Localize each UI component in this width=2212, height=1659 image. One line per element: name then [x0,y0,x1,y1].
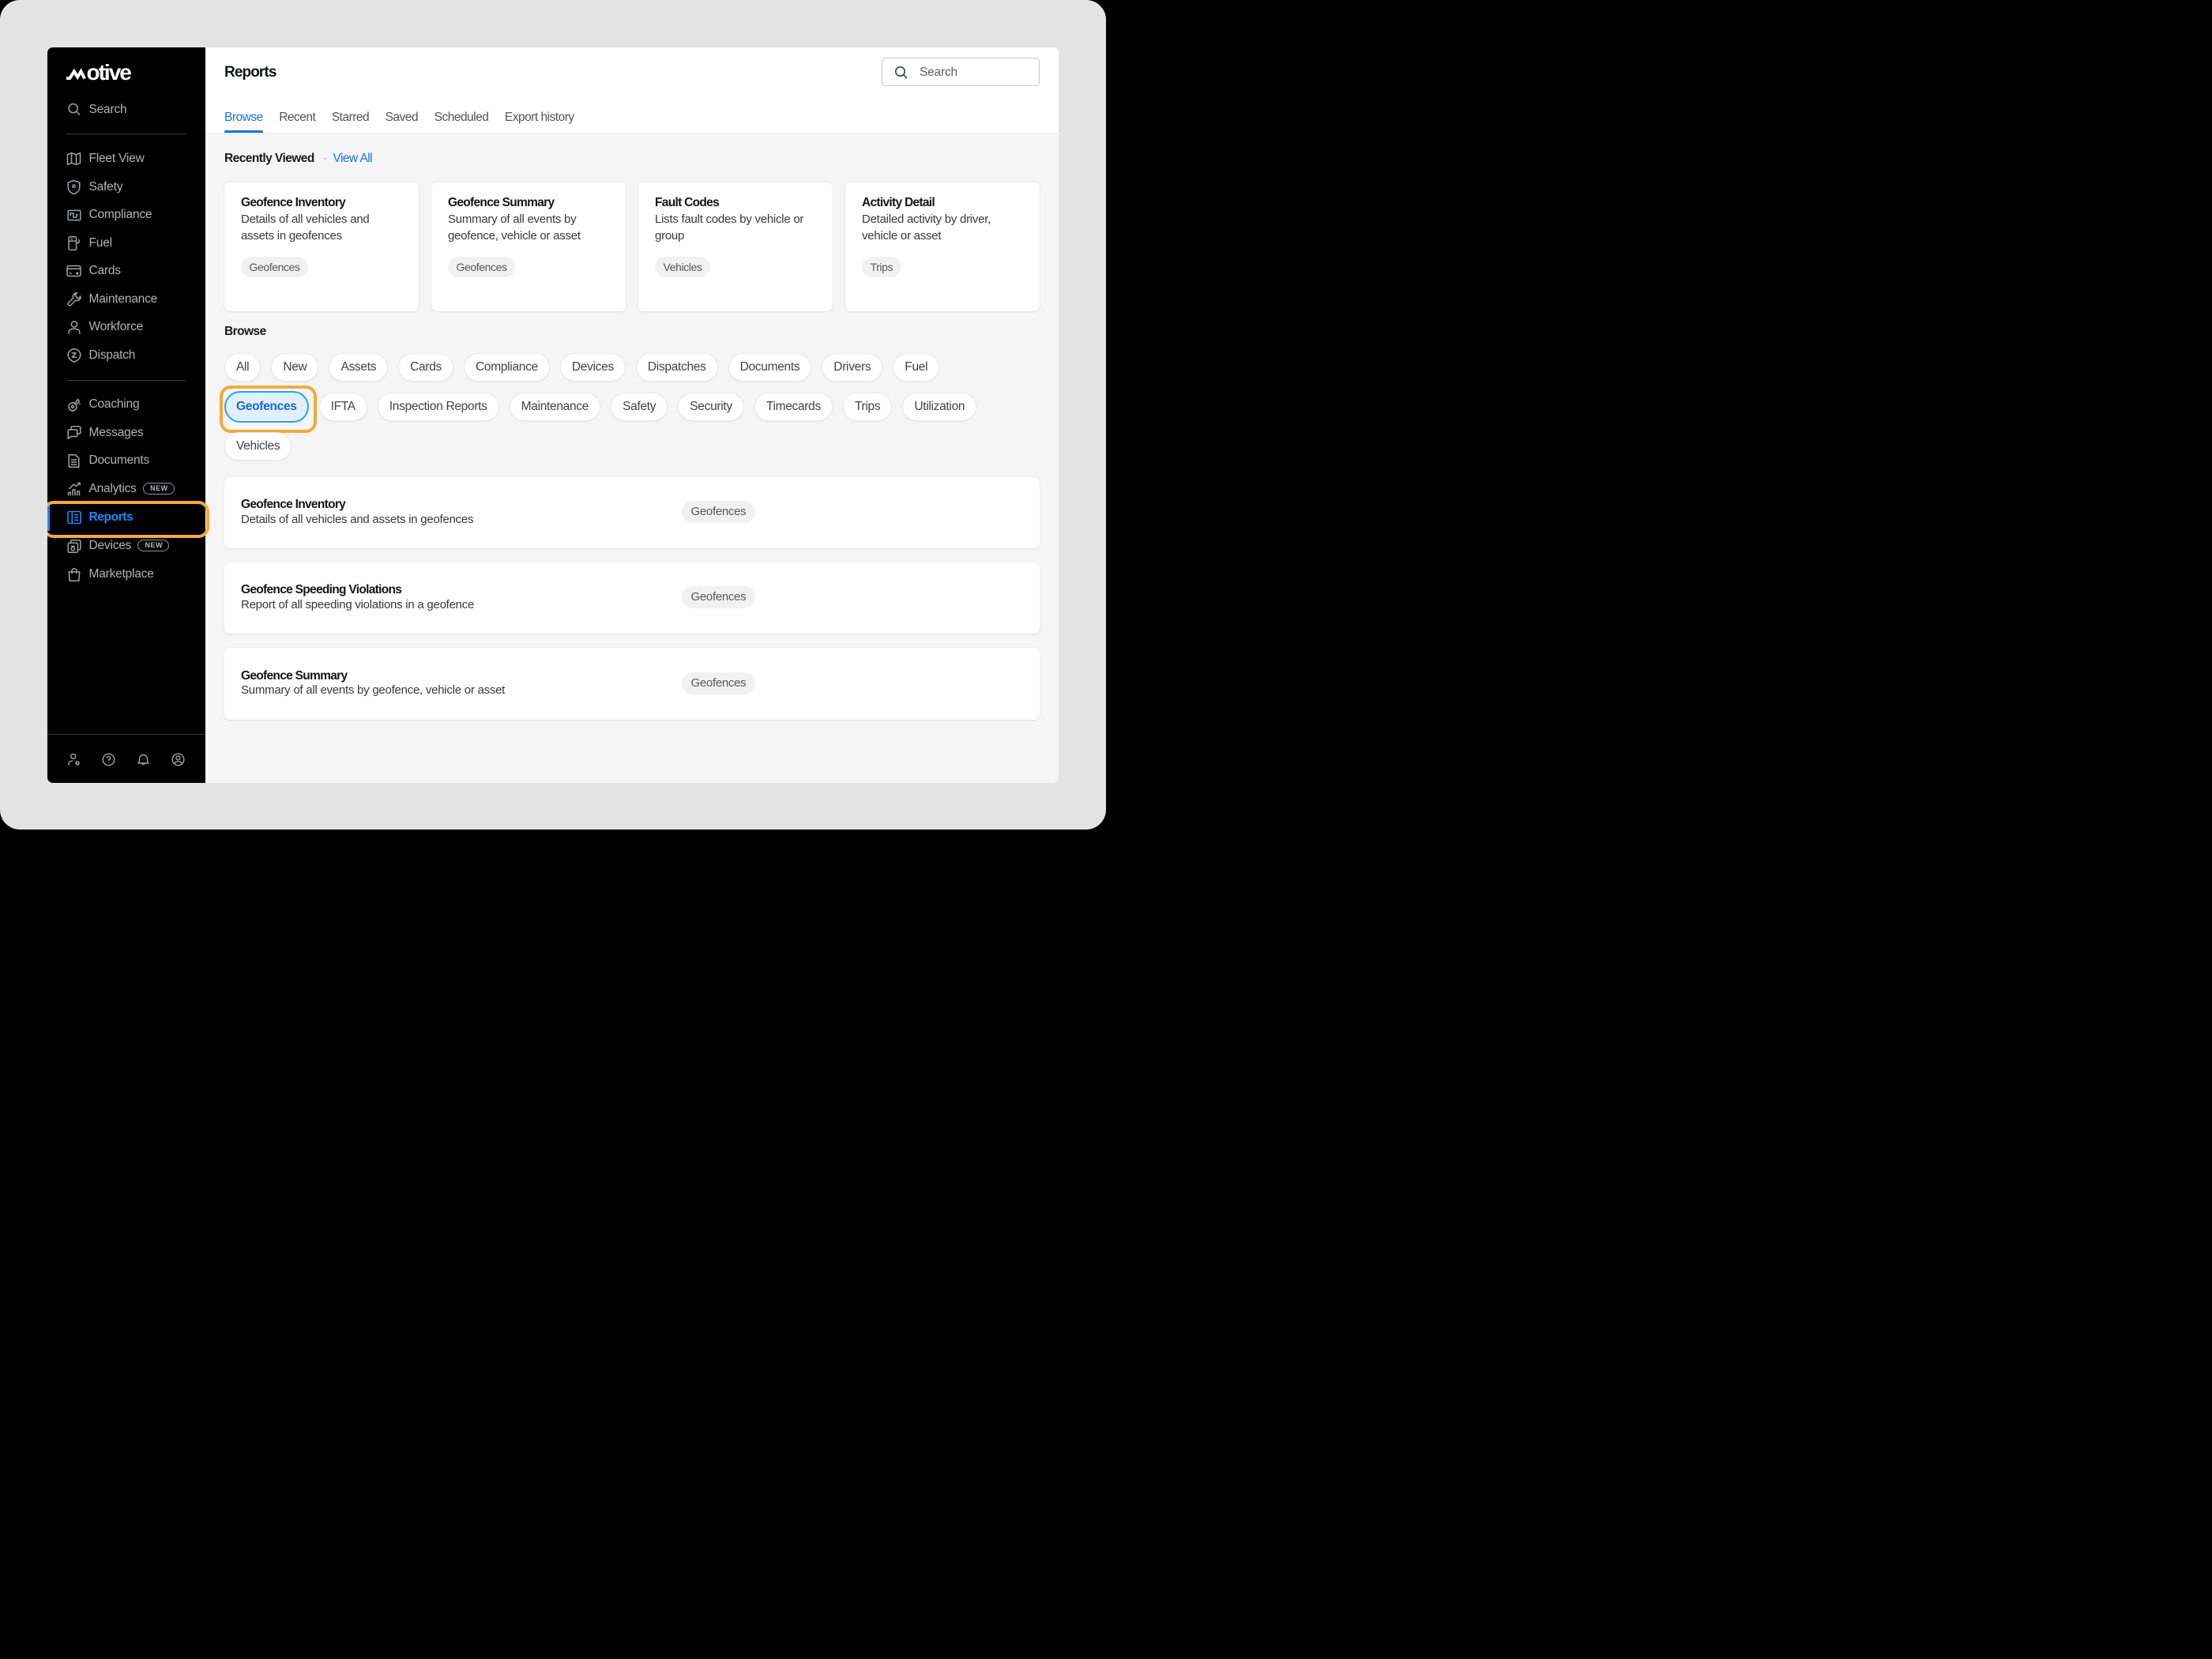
svg-text:otive: otive [87,61,132,81]
